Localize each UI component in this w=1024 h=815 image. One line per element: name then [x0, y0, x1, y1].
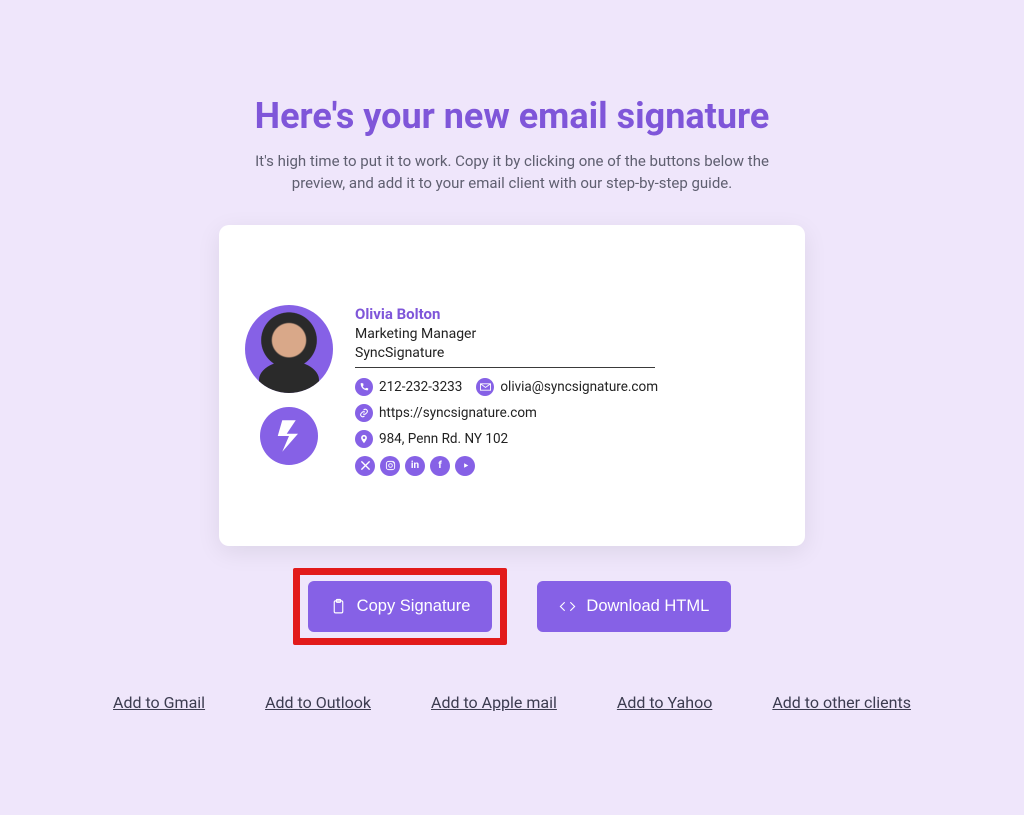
social-icons: in f	[355, 456, 779, 476]
x-icon[interactable]	[355, 456, 375, 476]
location-icon	[355, 430, 373, 448]
signature-phone: 212-232-3233	[379, 379, 462, 395]
signature-job-title: Marketing Manager	[355, 326, 779, 342]
copy-signature-label: Copy Signature	[357, 597, 471, 616]
annotation-highlight: Copy Signature	[293, 568, 508, 645]
signature-name: Olivia Bolton	[355, 305, 779, 323]
signature-preview-card: Olivia Bolton Marketing Manager SyncSign…	[219, 225, 805, 546]
phone-icon	[355, 378, 373, 396]
facebook-icon[interactable]: f	[430, 456, 450, 476]
clipboard-icon	[330, 598, 347, 615]
link-icon	[355, 404, 373, 422]
add-to-apple-link[interactable]: Add to Apple mail	[431, 693, 557, 712]
company-logo-icon	[260, 407, 318, 465]
client-links: Add to Gmail Add to Outlook Add to Apple…	[113, 693, 911, 712]
signature-company: SyncSignature	[355, 345, 779, 361]
divider	[355, 367, 655, 368]
download-html-button[interactable]: Download HTML	[537, 581, 731, 632]
add-to-yahoo-link[interactable]: Add to Yahoo	[617, 693, 712, 712]
youtube-icon[interactable]	[455, 456, 475, 476]
page-title: Here's your new email signature	[255, 95, 770, 137]
instagram-icon[interactable]	[380, 456, 400, 476]
download-html-label: Download HTML	[586, 597, 709, 616]
add-to-other-link[interactable]: Add to other clients	[772, 693, 911, 712]
avatar	[245, 305, 333, 393]
copy-signature-button[interactable]: Copy Signature	[308, 581, 493, 632]
add-to-gmail-link[interactable]: Add to Gmail	[113, 693, 205, 712]
signature-email: olivia@syncsignature.com	[500, 379, 658, 395]
linkedin-icon[interactable]: in	[405, 456, 425, 476]
signature-website: https://syncsignature.com	[379, 405, 537, 421]
action-buttons: Copy Signature Download HTML	[293, 568, 732, 645]
add-to-outlook-link[interactable]: Add to Outlook	[265, 693, 371, 712]
page-subtitle: It's high time to put it to work. Copy i…	[232, 151, 792, 195]
signature: Olivia Bolton Marketing Manager SyncSign…	[245, 305, 779, 476]
signature-address: 984, Penn Rd. NY 102	[379, 431, 508, 447]
email-icon	[476, 378, 494, 396]
code-icon	[559, 598, 576, 615]
